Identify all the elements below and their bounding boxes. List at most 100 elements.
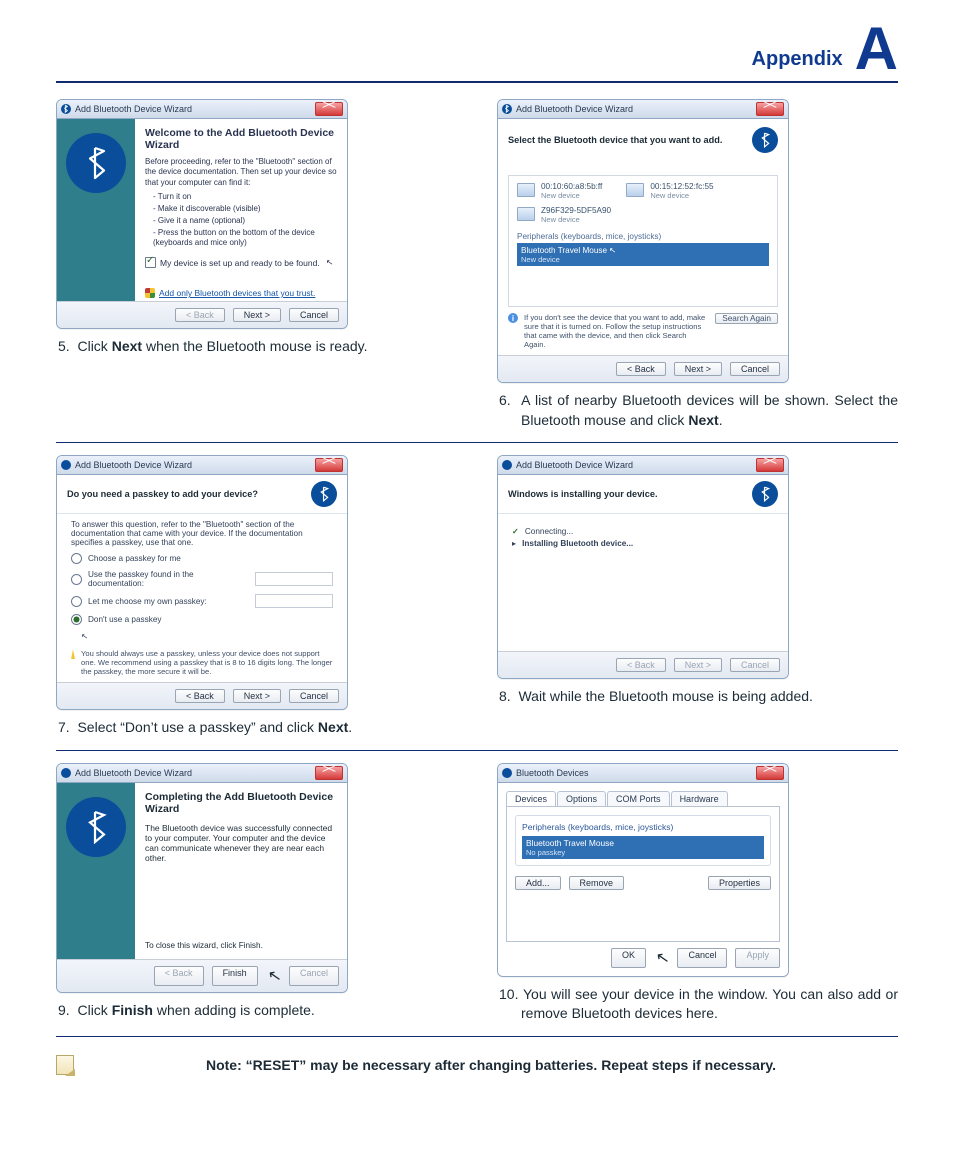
cancel-button: Cancel [289, 966, 339, 986]
device-item-selected[interactable]: Bluetooth Travel Mouse No passkey [522, 836, 764, 859]
passkey-option-4[interactable]: Don't use a passkey [71, 614, 333, 625]
step-8-cell: Add Bluetooth Device Wizard Windows is i… [497, 455, 898, 738]
wizard-body: Windows is installing your device. ✓ Con… [498, 475, 788, 651]
install-progress: ✓ Connecting... ▸ Installing Bluetooth d… [498, 514, 788, 560]
tab-hardware[interactable]: Hardware [671, 791, 728, 806]
window-title: Add Bluetooth Device Wizard [75, 768, 192, 778]
passkey-options: To answer this question, refer to the "B… [57, 514, 347, 682]
wizard-step-8: Add Bluetooth Device Wizard Windows is i… [497, 455, 789, 679]
back-button[interactable]: < Back [616, 362, 666, 376]
titlebar: Add Bluetooth Device Wizard [57, 456, 347, 475]
passkey-option-3[interactable]: Let me choose my own passkey: [71, 594, 333, 608]
search-again-button[interactable]: Search Again [715, 313, 778, 324]
wizard-intro: Before proceeding, refer to the "Bluetoo… [145, 157, 337, 188]
radio-icon[interactable] [71, 553, 82, 564]
close-icon[interactable] [315, 458, 343, 472]
device-list[interactable]: 00:10:60:a8:5b:ffNew device 00:15:12:52:… [508, 175, 778, 307]
back-button[interactable]: < Back [175, 689, 225, 703]
close-icon[interactable] [315, 102, 343, 116]
wizard-heading: Welcome to the Add Bluetooth Device Wiza… [145, 127, 337, 151]
wizard-body: Welcome to the Add Bluetooth Device Wiza… [57, 119, 347, 301]
wizard-content: Welcome to the Add Bluetooth Device Wiza… [135, 119, 347, 301]
progress-item-done: ✓ Connecting... [512, 526, 774, 536]
back-button: < Back [154, 966, 204, 986]
bullet: Make it discoverable (visible) [153, 204, 337, 215]
ready-checkbox-row[interactable]: My device is set up and ready to be foun… [145, 257, 337, 268]
passkey-question: Do you need a passkey to add your device… [67, 489, 258, 499]
passkey-warning: You should always use a passkey, unless … [71, 649, 333, 676]
cancel-button[interactable]: Cancel [289, 689, 339, 703]
tab-devices[interactable]: Devices [506, 791, 556, 806]
device-item[interactable]: 00:10:60:a8:5b:ffNew device [517, 182, 602, 200]
arrow-icon: ▸ [512, 538, 516, 548]
group-label: Peripherals (keyboards, mice, joysticks) [522, 822, 764, 832]
wizard-sidebar [57, 783, 135, 959]
cursor-icon: ↖ [80, 631, 89, 642]
titlebar: Add Bluetooth Device Wizard [57, 764, 347, 783]
checkbox-icon[interactable] [145, 257, 156, 268]
passkey-option-1[interactable]: Choose a passkey for me [71, 553, 333, 564]
back-button[interactable]: < Back [175, 308, 225, 322]
wizard-buttons: < Back Next > Cancel [57, 682, 347, 709]
page-header: Appendix A [56, 20, 898, 77]
ready-checkbox-label: My device is set up and ready to be foun… [160, 258, 320, 268]
close-icon[interactable] [756, 458, 784, 472]
finish-button[interactable]: Finish [212, 966, 258, 986]
titlebar: Bluetooth Devices [498, 764, 788, 783]
bluetooth-icon [61, 768, 71, 778]
next-button[interactable]: Next > [674, 362, 722, 376]
wizard-step-9: Add Bluetooth Device Wizard Completing t… [56, 763, 348, 993]
close-icon[interactable] [756, 102, 784, 116]
cancel-button[interactable]: Cancel [730, 362, 780, 376]
close-instruction: To close this wizard, click Finish. [145, 941, 337, 950]
wizard-bullets: Turn it on Make it discoverable (visible… [153, 192, 337, 249]
bluetooth-large-icon [66, 797, 126, 857]
radio-icon[interactable] [71, 614, 82, 625]
bluetooth-large-icon [66, 133, 126, 193]
cursor-icon: ↖ [266, 965, 283, 987]
device-icon [626, 183, 644, 197]
bullet: Turn it on [153, 192, 337, 203]
cursor-icon: ↖ [325, 257, 334, 269]
bluetooth-icon [502, 460, 512, 470]
passkey-question-row: Do you need a passkey to add your device… [57, 475, 347, 514]
step-6-text: 6. A list of nearby Bluetooth devices wi… [521, 391, 898, 430]
trust-link[interactable]: Add only Bluetooth devices that you trus… [145, 288, 337, 298]
complete-heading: Completing the Add Bluetooth Device Wiza… [145, 791, 337, 815]
window-title: Add Bluetooth Device Wizard [516, 460, 633, 470]
device-item-selected[interactable]: Bluetooth Travel Mouse↖ New device [517, 243, 769, 266]
close-icon[interactable] [315, 766, 343, 780]
bluetooth-icon [502, 104, 512, 114]
passkey-input[interactable] [255, 594, 333, 608]
appendix-label: Appendix [752, 48, 843, 71]
next-button[interactable]: Next > [233, 689, 281, 703]
note-icon [56, 1055, 74, 1075]
device-icon [517, 183, 535, 197]
device-item[interactable]: Z96F329-5DF5A90New device [517, 206, 769, 224]
device-icon [517, 207, 535, 221]
properties-button[interactable]: Properties [708, 876, 771, 890]
radio-icon[interactable] [71, 596, 82, 607]
tab-options[interactable]: Options [557, 791, 606, 806]
step-7-cell: Add Bluetooth Device Wizard Do you need … [56, 455, 457, 738]
add-button[interactable]: Add... [515, 876, 561, 890]
wizard-sidebar [57, 119, 135, 301]
radio-icon[interactable] [71, 574, 82, 585]
next-button[interactable]: Next > [233, 308, 281, 322]
apply-button: Apply [735, 948, 780, 968]
ok-button[interactable]: OK [611, 948, 646, 968]
remove-button[interactable]: Remove [569, 876, 625, 890]
tab-com-ports[interactable]: COM Ports [607, 791, 670, 806]
passkey-option-2[interactable]: Use the passkey found in the documentati… [71, 570, 333, 588]
bluetooth-icon [61, 104, 71, 114]
reset-note: Note: “RESET” may be necessary after cha… [56, 1055, 898, 1075]
cancel-button[interactable]: Cancel [289, 308, 339, 322]
row-separator [56, 1036, 898, 1037]
device-item[interactable]: 00:15:12:52:fc:55New device [626, 182, 713, 200]
cancel-button[interactable]: Cancel [677, 948, 727, 968]
complete-intro: The Bluetooth device was successfully co… [145, 823, 337, 863]
dialog-body: Devices Options COM Ports Hardware Perip… [498, 783, 788, 976]
passkey-input[interactable] [255, 572, 333, 586]
passkey-hint: To answer this question, refer to the "B… [71, 520, 333, 547]
close-icon[interactable] [756, 766, 784, 780]
